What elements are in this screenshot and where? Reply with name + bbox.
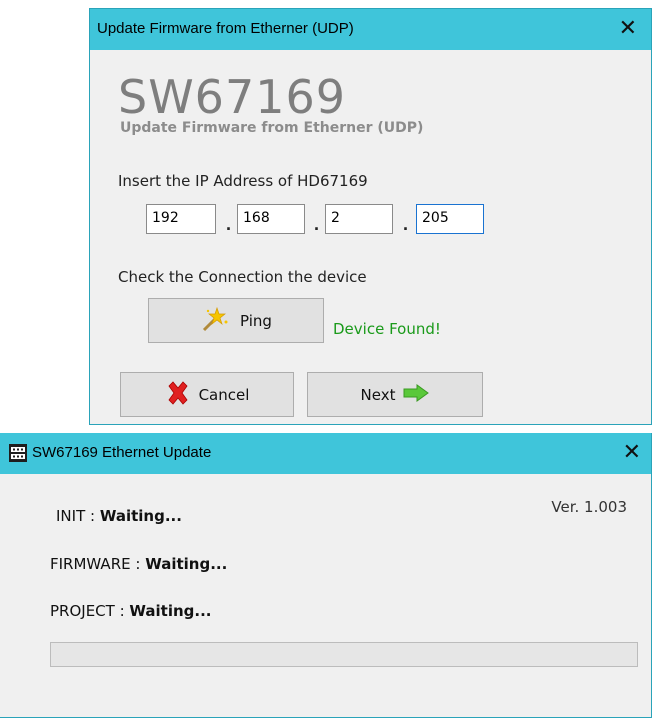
ping-result-text: Device Found! xyxy=(333,320,441,338)
firmware-status: Waiting... xyxy=(145,555,228,573)
firmware-status-row: FIRMWARE : Waiting... xyxy=(50,555,227,573)
ip-octet-3-input[interactable]: 2 xyxy=(325,204,393,234)
init-status: Waiting... xyxy=(99,507,182,525)
ip-separator: . xyxy=(314,214,320,234)
init-label: INIT : xyxy=(56,507,100,525)
ping-button[interactable]: Ping xyxy=(148,298,324,343)
next-button[interactable]: Next xyxy=(307,372,483,417)
ip-separator: . xyxy=(403,214,409,234)
product-subtitle: Update Firmware from Etherner (UDP) xyxy=(120,120,424,136)
dialog-titlebar: SW67169 Ethernet Update ✕ xyxy=(0,433,651,474)
ip-octet-4-input[interactable]: 205 xyxy=(416,204,484,234)
product-title: SW67169 xyxy=(118,70,347,124)
ethernet-update-dialog: SW67169 Ethernet Update ✕ Ver. 1.003 INI… xyxy=(0,433,652,718)
dialog-titlebar: Update Firmware from Etherner (UDP) ✕ xyxy=(90,9,651,50)
update-firmware-dialog: Update Firmware from Etherner (UDP) ✕ SW… xyxy=(89,8,652,425)
progress-bar xyxy=(50,642,638,667)
project-status-row: PROJECT : Waiting... xyxy=(50,602,212,620)
cancel-button-label: Cancel xyxy=(198,385,250,404)
ip-octet-2-input[interactable]: 168 xyxy=(237,204,305,234)
app-icon xyxy=(9,444,27,462)
dialog-body: SW67169 Update Firmware from Etherner (U… xyxy=(90,50,651,424)
project-status: Waiting... xyxy=(129,602,212,620)
project-label: PROJECT : xyxy=(50,602,130,620)
ping-button-label: Ping xyxy=(240,311,272,330)
magic-wand-icon xyxy=(200,306,230,336)
arrow-right-icon xyxy=(403,383,430,406)
dialog-title: Update Firmware from Etherner (UDP) xyxy=(97,20,354,37)
close-icon[interactable]: ✕ xyxy=(623,440,641,465)
next-button-label: Next xyxy=(360,385,396,404)
ip-octet-1-input[interactable]: 192 xyxy=(146,204,216,234)
cancel-button[interactable]: Cancel xyxy=(120,372,294,417)
red-x-icon xyxy=(165,380,191,410)
ip-separator: . xyxy=(226,214,232,234)
init-status-row: INIT : Waiting... xyxy=(56,507,182,525)
firmware-label: FIRMWARE : xyxy=(50,555,146,573)
ip-prompt-label: Insert the IP Address of HD67169 xyxy=(118,172,368,190)
version-label: Ver. 1.003 xyxy=(551,498,627,516)
dialog-title: SW67169 Ethernet Update xyxy=(32,444,212,461)
close-icon[interactable]: ✕ xyxy=(619,16,637,41)
check-connection-label: Check the Connection the device xyxy=(118,268,367,286)
